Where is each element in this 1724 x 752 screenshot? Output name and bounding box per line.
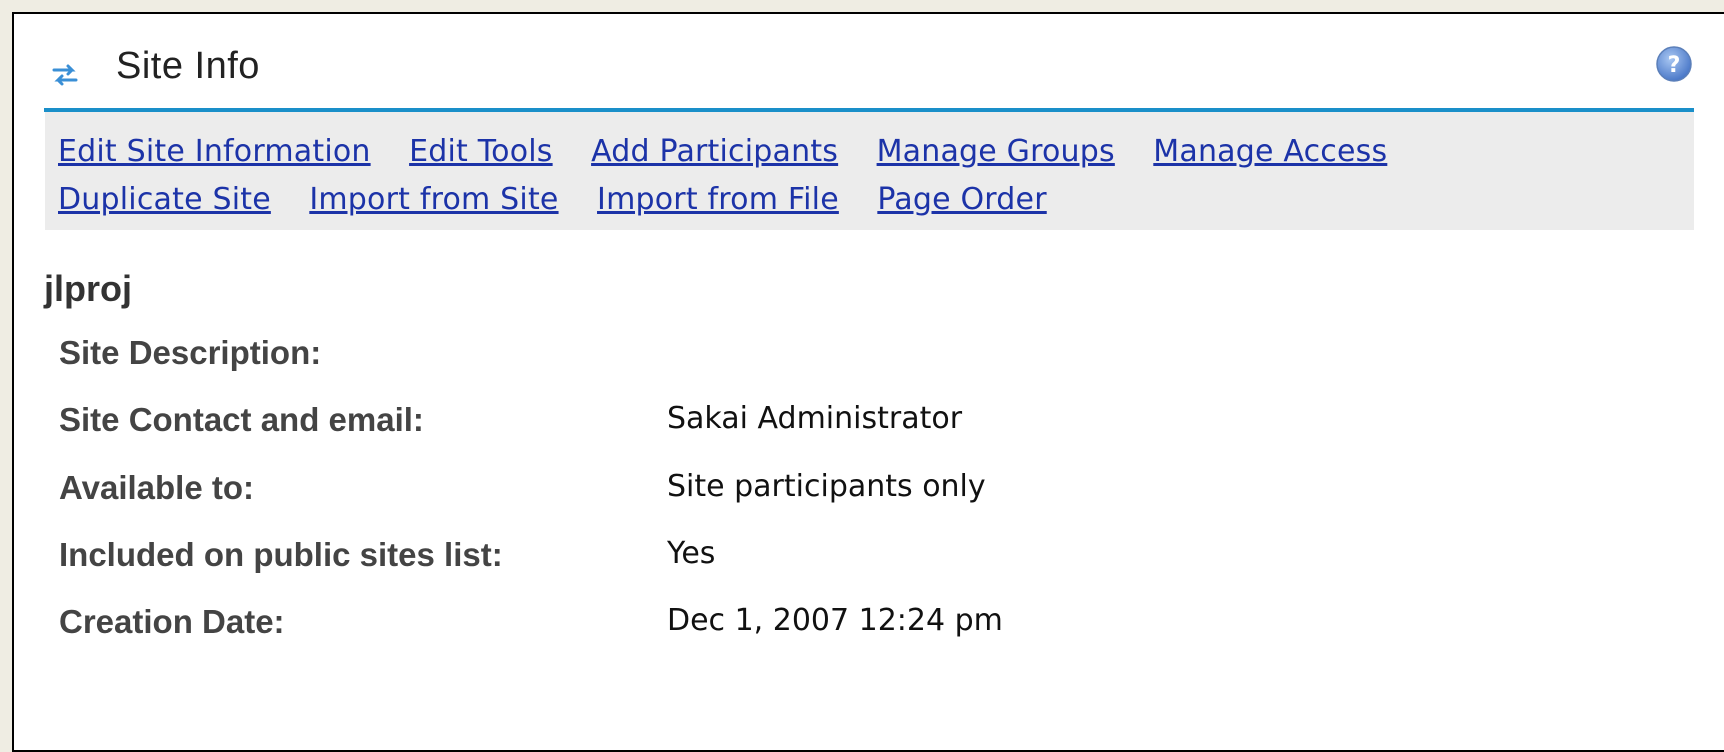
site-contact-label: Site Contact and email: (59, 401, 424, 438)
toolbar-row-2: Duplicate Site Import from Site Import f… (58, 182, 1081, 222)
duplicate-site-link[interactable]: Duplicate Site (58, 182, 271, 217)
available-to-value: Site participants only (667, 469, 986, 504)
site-contact-value: Sakai Administrator (667, 401, 963, 436)
manage-groups-link[interactable]: Manage Groups (877, 134, 1115, 169)
toolbar-row-1: Edit Site Information Edit Tools Add Par… (58, 134, 1421, 174)
site-info-panel: Site Info ? Edit Site Information Edit T… (12, 12, 1724, 752)
site-title: jlproj (44, 268, 132, 309)
edit-tools-link[interactable]: Edit Tools (409, 134, 553, 169)
tool-title: Site Info (116, 45, 260, 87)
public-sites-list-label: Included on public sites list: (59, 536, 503, 573)
public-sites-list-value: Yes (667, 536, 716, 571)
creation-date-label: Creation Date: (59, 603, 285, 640)
manage-access-link[interactable]: Manage Access (1153, 134, 1387, 169)
creation-date-value: Dec 1, 2007 12:24 pm (667, 603, 1003, 638)
import-from-site-link[interactable]: Import from Site (309, 182, 558, 217)
svg-text:?: ? (1668, 53, 1681, 78)
site-description-label: Site Description: (59, 334, 322, 371)
help-icon[interactable]: ? (1654, 44, 1694, 84)
refresh-arrows-icon[interactable] (48, 58, 82, 92)
add-participants-link[interactable]: Add Participants (591, 134, 838, 169)
tool-title-bar: Site Info ? (44, 14, 1694, 112)
page-order-link[interactable]: Page Order (877, 182, 1046, 217)
available-to-label: Available to: (59, 469, 254, 506)
import-from-file-link[interactable]: Import from File (597, 182, 839, 217)
site-actions-toolbar: Edit Site Information Edit Tools Add Par… (45, 112, 1694, 230)
edit-site-information-link[interactable]: Edit Site Information (58, 134, 371, 169)
